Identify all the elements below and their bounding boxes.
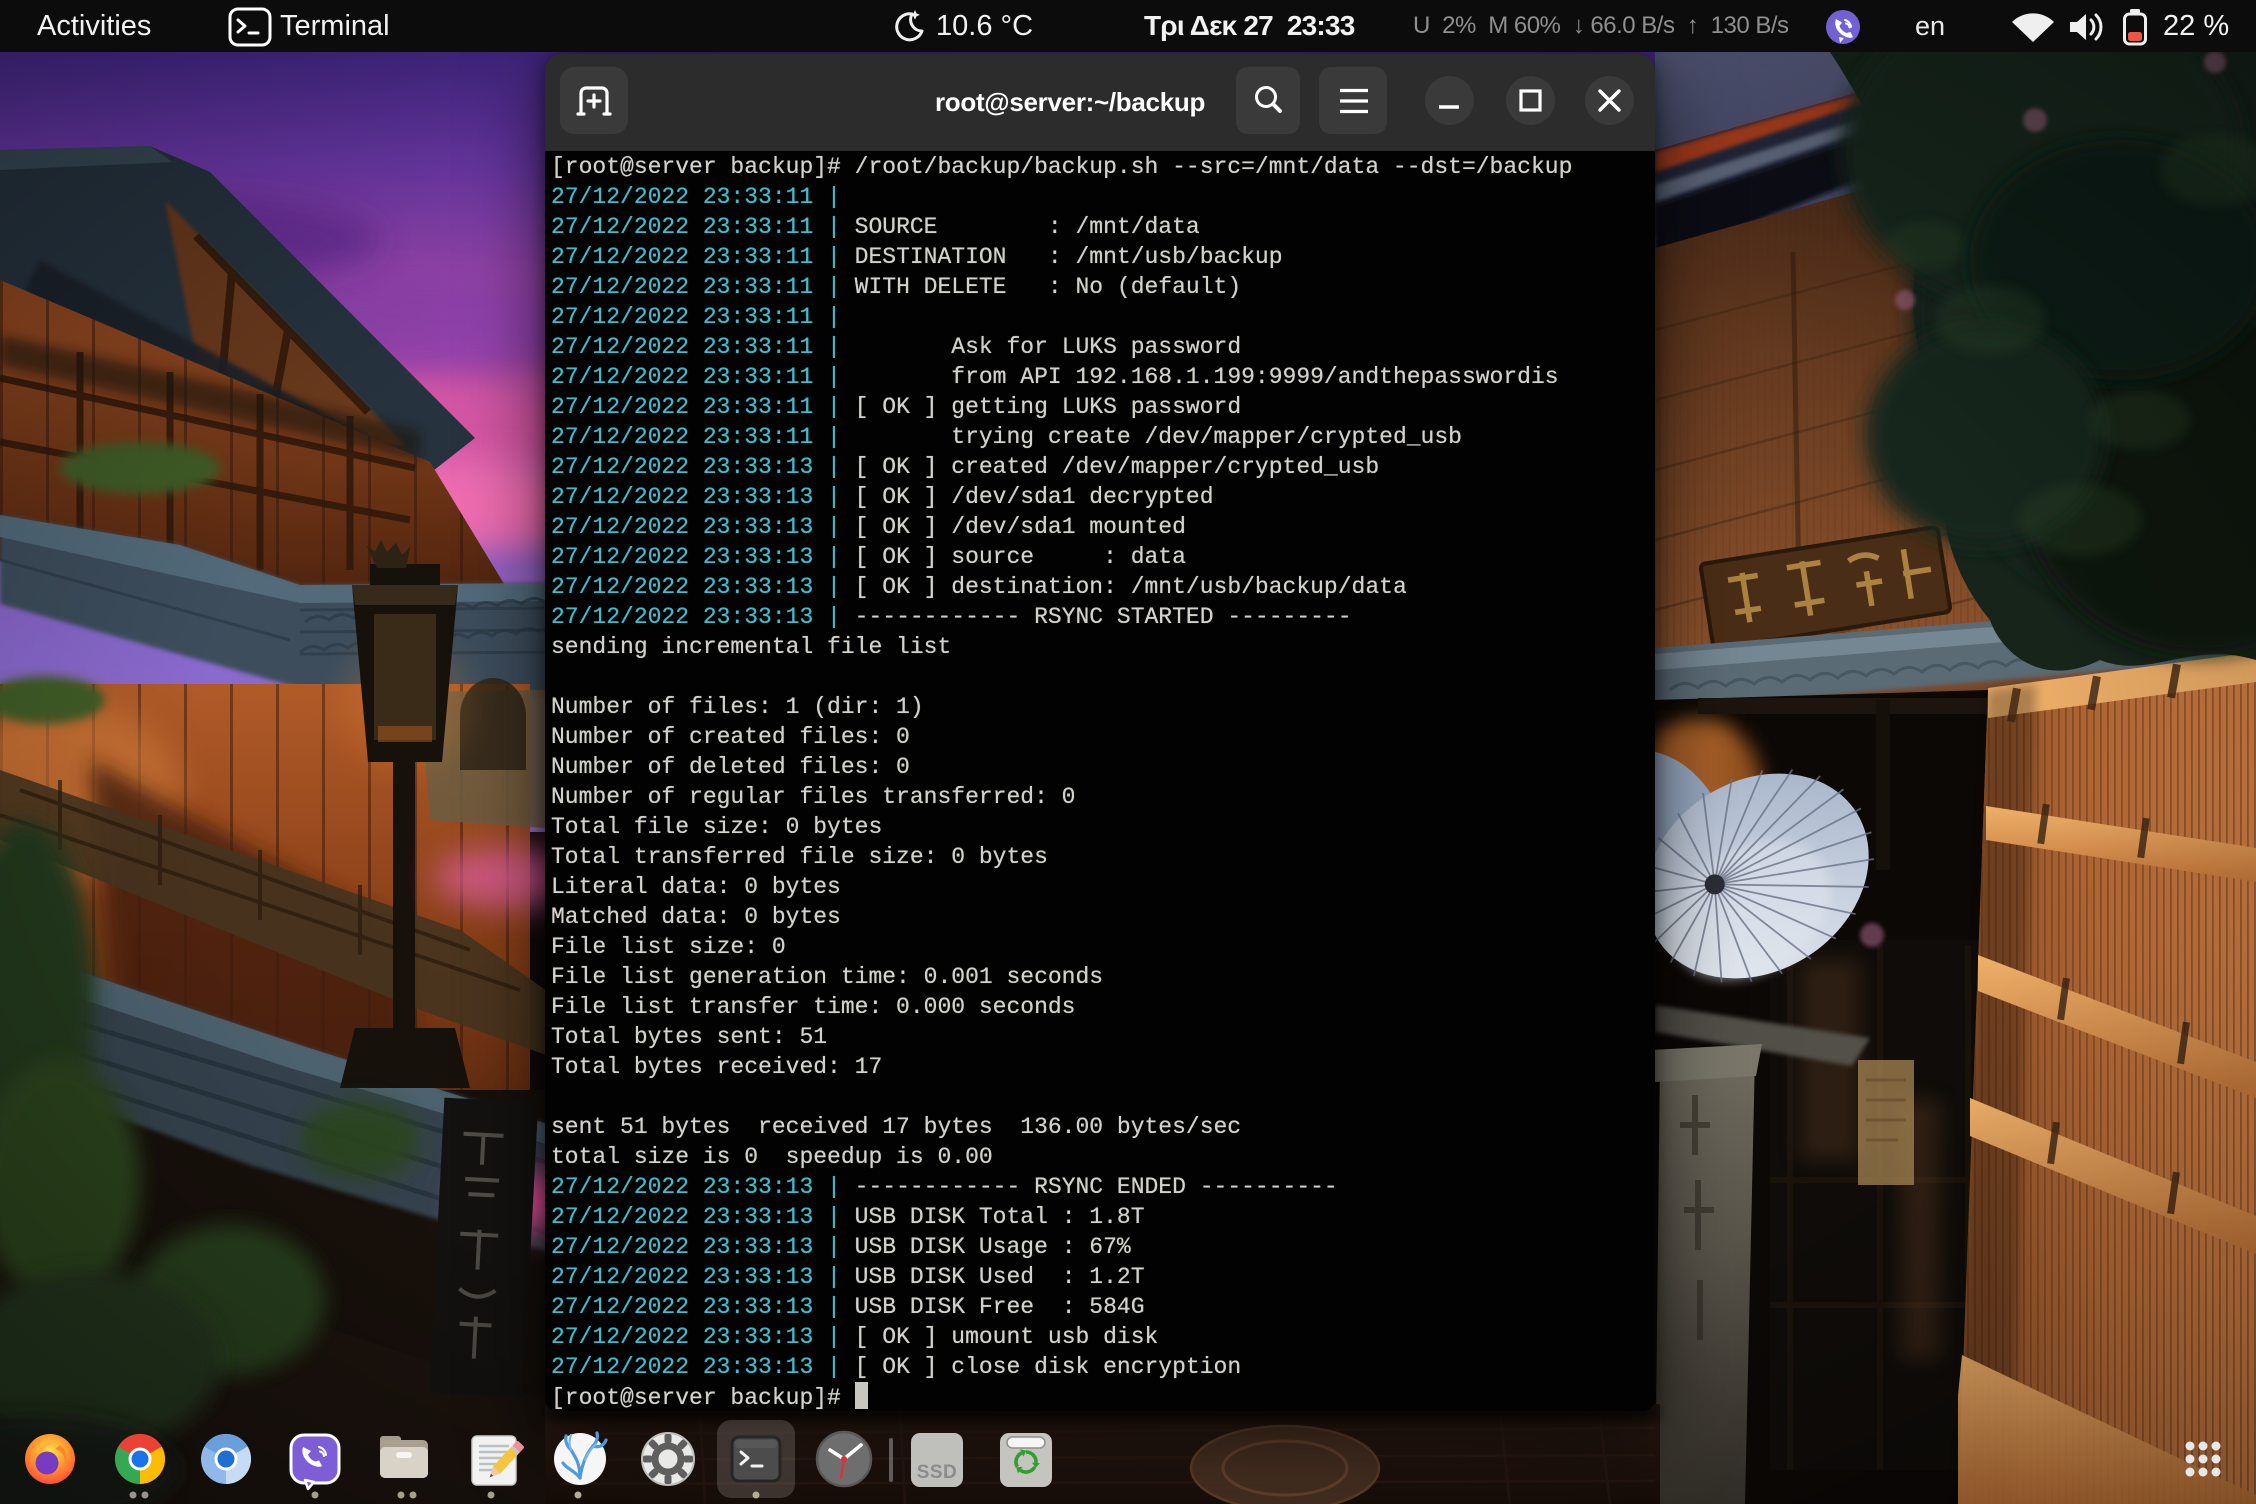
svg-text:SSD: SSD xyxy=(917,1462,958,1483)
